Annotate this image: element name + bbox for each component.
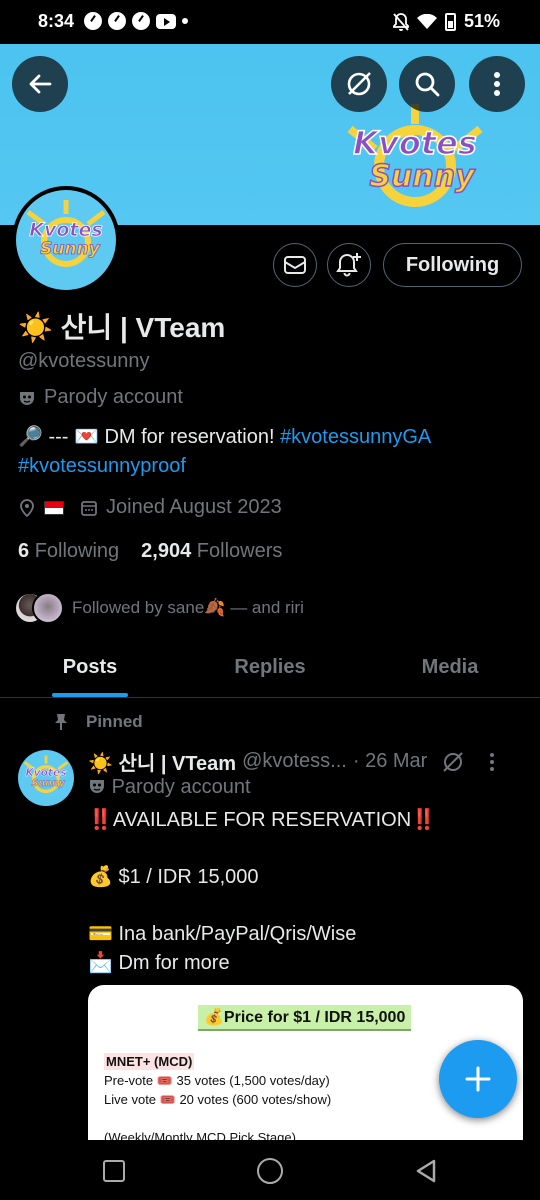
do-not-disturb-icon <box>393 12 409 31</box>
post-line <box>88 892 518 921</box>
grok-button[interactable] <box>331 56 387 112</box>
search-icon <box>415 72 440 97</box>
battery-percent: 51% <box>463 11 500 31</box>
recents-button[interactable] <box>103 1160 125 1182</box>
app-notification-icon <box>132 12 150 30</box>
notifications-button[interactable] <box>327 243 371 287</box>
more-notifications-dot-icon <box>182 18 188 24</box>
post-header: ☀️ 산니 | VTeam @kvotess... · 26 Mar <box>88 747 528 776</box>
following-count: 6 <box>18 540 30 562</box>
more-vertical-icon <box>494 72 500 96</box>
parody-text: Parody account <box>44 386 183 408</box>
avatar-logo: Kvotes Sunny <box>26 200 106 267</box>
post-more-icon[interactable] <box>489 752 495 772</box>
back-triangle-icon <box>416 1159 436 1183</box>
bell-plus-icon <box>336 253 361 277</box>
hashtag-link[interactable]: #kvotessunnyproof <box>18 455 186 477</box>
post-line <box>88 835 518 864</box>
follow-stats: 6 Following 2,904 Followers <box>18 540 282 563</box>
grok-icon[interactable] <box>441 750 465 774</box>
grok-icon <box>347 72 371 96</box>
more-options-button[interactable] <box>469 56 525 112</box>
avatar-logo-text-2: Sunny <box>40 239 101 259</box>
bio-text: 🔎 --- 💌 DM for reservation! <box>18 426 281 448</box>
mask-icon <box>90 780 104 793</box>
profile-display-name: ☀️ 산니 | VTeam <box>18 312 226 343</box>
parody-label: Parody account <box>18 386 183 409</box>
joined-date: Joined August 2023 <box>106 496 282 518</box>
post-line: 💰 $1 / IDR 15,000 <box>88 866 259 888</box>
tab-media[interactable]: Media <box>360 640 540 697</box>
profile-handle: @kvotessunny <box>18 350 150 372</box>
followed-by[interactable]: Followed by sane🍂 — and riri <box>14 592 304 624</box>
mask-icon <box>20 391 34 405</box>
home-button[interactable] <box>257 1158 283 1184</box>
image-title: 💰Price for $1 / IDR 15,000 <box>198 1005 412 1031</box>
followers-count: 2,904 <box>141 540 192 562</box>
indonesia-flag-icon <box>44 500 64 515</box>
system-back-button[interactable] <box>414 1158 440 1184</box>
post-line: ‼️AVAILABLE FOR RESERVATION‼️ <box>88 809 437 831</box>
image-line: Pre-vote 🎟️ 35 votes (1,500 votes/day) <box>104 1073 330 1088</box>
post-author-name[interactable]: ☀️ 산니 | VTeam <box>88 747 236 776</box>
location-icon <box>20 498 34 517</box>
profile-meta: Joined August 2023 <box>18 496 282 519</box>
following-label: Following <box>34 540 120 562</box>
status-time: 8:34 <box>38 11 75 31</box>
pinned-label: Pinned <box>52 712 143 732</box>
followed-by-text: Followed by sane🍂 — and riri <box>72 598 304 617</box>
post-author-handle[interactable]: @kvotess... <box>242 750 347 773</box>
post-line: 💳 Ina bank/PayPal/Qris/Wise <box>88 923 357 945</box>
post-avatar[interactable]: Kvotes Sunny <box>18 750 74 806</box>
tab-posts[interactable]: Posts <box>0 640 180 697</box>
system-nav-bar <box>0 1140 540 1200</box>
battery-icon <box>444 12 456 31</box>
image-section: MNET+ (MCD) <box>104 1053 195 1070</box>
arrow-left-icon <box>29 74 52 94</box>
compose-button[interactable] <box>439 1040 517 1118</box>
status-bar: 8:34 51% <box>0 0 540 44</box>
mail-icon <box>284 256 306 274</box>
banner-logo-text-2: Sunny <box>369 159 476 194</box>
banner-logo: Kvotes Sunny <box>347 104 483 207</box>
following-button[interactable]: Following <box>383 243 522 287</box>
banner-logo-text-1: Kvotes <box>353 124 477 162</box>
followers-label: Followers <box>196 540 283 562</box>
post-parody-text: Parody account <box>111 776 251 798</box>
calendar-icon <box>81 500 97 516</box>
image-line: Live vote 🎟️ 20 votes (600 votes/show) <box>104 1092 332 1107</box>
app-notification-icon <box>108 12 126 30</box>
post-line: 📩 Dm for more <box>88 951 230 974</box>
youtube-icon <box>156 14 176 29</box>
post-text: ‼️AVAILABLE FOR RESERVATION‼️ 💰 $1 / IDR… <box>88 806 518 977</box>
post-parody-label: Parody account <box>88 776 251 799</box>
followers-count-link[interactable]: 2,904 Followers <box>141 540 282 563</box>
app-notification-icon <box>84 12 102 30</box>
search-button[interactable] <box>399 56 455 112</box>
avatar-logo-text-1: Kvotes <box>29 219 102 241</box>
notification-icons <box>84 12 188 30</box>
post-avatar-text-1: Kvotes <box>25 766 66 779</box>
back-button[interactable] <box>12 56 68 112</box>
hashtag-link[interactable]: #kvotessunnyGA <box>280 426 431 448</box>
wifi-icon <box>416 13 437 30</box>
tab-replies[interactable]: Replies <box>180 640 360 697</box>
plus-icon <box>465 1066 491 1092</box>
following-count-link[interactable]: 6 Following <box>18 540 119 563</box>
avatar-logo: Kvotes Sunny <box>23 755 69 794</box>
profile-bio: 🔎 --- 💌 DM for reservation! #kvotessunny… <box>18 423 518 481</box>
pin-icon <box>55 714 67 730</box>
post-date[interactable]: · 26 Mar <box>353 750 427 773</box>
profile-avatar[interactable]: Kvotes Sunny <box>12 186 120 294</box>
post-avatar-text-2: Sunny <box>32 778 66 789</box>
profile-tabs: Posts Replies Media <box>0 640 540 698</box>
pinned-text: Pinned <box>86 712 143 731</box>
follower-avatar <box>32 592 64 624</box>
message-button[interactable] <box>273 243 317 287</box>
